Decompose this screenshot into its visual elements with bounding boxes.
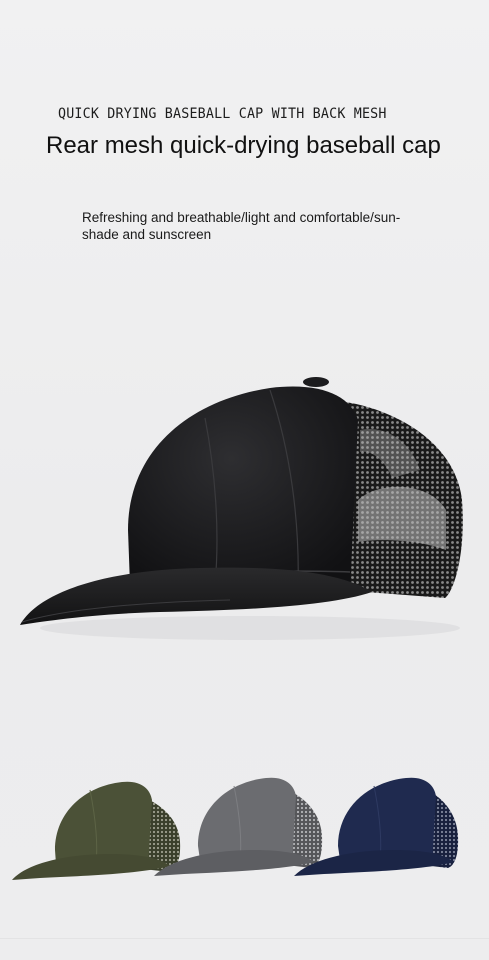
- page-title: Rear mesh quick-drying baseball cap: [46, 132, 441, 159]
- olive-cap-variant: [12, 781, 181, 880]
- color-variants-row: [12, 777, 459, 880]
- feature-subtitle: Refreshing and breathable/light and comf…: [82, 210, 401, 242]
- divider: [0, 938, 489, 939]
- product-page: QUICK DRYING BASEBALL CAP WITH BACK MESH…: [0, 0, 489, 960]
- gray-cap-variant: [154, 777, 323, 876]
- eyebrow-heading: QUICK DRYING BASEBALL CAP WITH BACK MESH: [58, 106, 387, 122]
- hero-cap-image: [20, 377, 463, 640]
